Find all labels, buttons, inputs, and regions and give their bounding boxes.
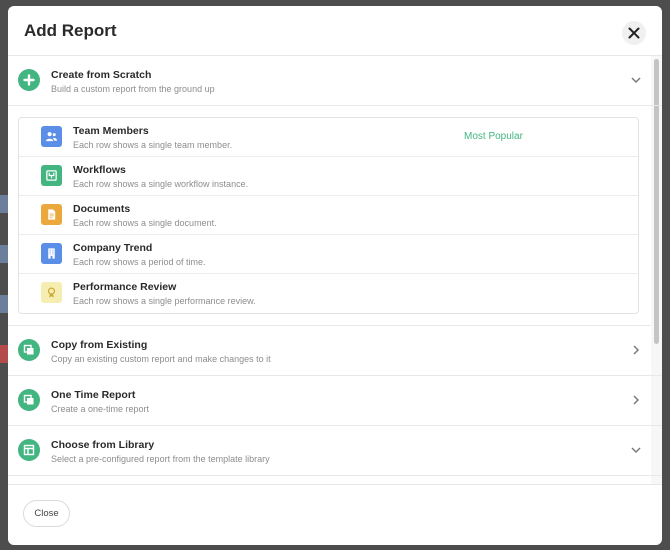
- backdrop-fragment: [0, 195, 8, 213]
- report-type-workflows[interactable]: Workflows Each row shows a single workfl…: [19, 157, 638, 196]
- option-title: One Time Report: [51, 389, 136, 401]
- report-type-desc: Each row shows a period of time.: [73, 257, 206, 267]
- backdrop-fragment: [0, 345, 8, 363]
- modal-body: Create from Scratch Build a custom repor…: [8, 56, 662, 484]
- backdrop-fragment: [0, 295, 8, 313]
- option-subtitle: Build a custom report from the ground up: [51, 84, 215, 94]
- close-modal-button[interactable]: [622, 21, 646, 45]
- option-one-time-report[interactable]: One Time Report Create a one-time report: [8, 376, 662, 426]
- report-type-title: Performance Review: [73, 281, 177, 293]
- option-subtitle: Create a one-time report: [51, 404, 150, 414]
- add-report-modal: Add Report Create from Scratch Build a c…: [8, 6, 662, 545]
- option-title: Choose from Library: [51, 439, 155, 451]
- close-icon: [628, 27, 640, 39]
- report-type-company-trend[interactable]: Company Trend Each row shows a period of…: [19, 235, 638, 274]
- option-create-from-scratch[interactable]: Create from Scratch Build a custom repor…: [8, 56, 662, 106]
- close-button[interactable]: Close: [23, 500, 70, 527]
- option-copy-from-existing[interactable]: Copy from Existing Copy an existing cust…: [8, 326, 662, 376]
- team-members-icon: [41, 126, 62, 147]
- chevron-down-icon[interactable]: [630, 444, 642, 456]
- copy-icon: [18, 389, 40, 411]
- report-type-desc: Each row shows a single team member.: [73, 140, 233, 150]
- modal-title: Add Report: [24, 21, 117, 40]
- plus-circle-icon: [18, 69, 40, 91]
- option-subtitle: Select a pre-configured report from the …: [51, 454, 270, 464]
- option-subtitle: Copy an existing custom report and make …: [51, 354, 271, 364]
- layout-icon: [18, 439, 40, 461]
- chevron-right-icon[interactable]: [630, 344, 642, 356]
- report-type-desc: Each row shows a single performance revi…: [73, 296, 256, 306]
- report-type-title: Team Members: [73, 125, 149, 137]
- report-type-performance-review[interactable]: Performance Review Each row shows a sing…: [19, 274, 638, 313]
- report-type-title: Company Trend: [73, 242, 153, 254]
- modal-header: Add Report: [8, 6, 662, 56]
- backdrop-fragment: [0, 245, 8, 263]
- document-icon: [41, 204, 62, 225]
- option-title: Copy from Existing: [51, 339, 148, 351]
- building-icon: [41, 243, 62, 264]
- most-popular-badge: Most Popular: [464, 131, 523, 142]
- report-type-documents[interactable]: Documents Each row shows a single docume…: [19, 196, 638, 235]
- report-type-desc: Each row shows a single workflow instanc…: [73, 179, 249, 189]
- report-type-title: Workflows: [73, 164, 126, 176]
- report-type-team-members[interactable]: Team Members Each row shows a single tea…: [19, 118, 638, 157]
- chevron-right-icon[interactable]: [630, 394, 642, 406]
- option-choose-from-library[interactable]: Choose from Library Select a pre-configu…: [8, 426, 662, 476]
- scratch-report-types: Team Members Each row shows a single tea…: [18, 117, 639, 314]
- workflow-icon: [41, 165, 62, 186]
- award-icon: [41, 282, 62, 303]
- report-type-title: Documents: [73, 203, 131, 215]
- copy-icon: [18, 339, 40, 361]
- modal-footer: Close: [8, 484, 662, 545]
- report-type-desc: Each row shows a single document.: [73, 218, 217, 228]
- chevron-down-icon[interactable]: [630, 74, 642, 86]
- option-title: Create from Scratch: [51, 69, 152, 81]
